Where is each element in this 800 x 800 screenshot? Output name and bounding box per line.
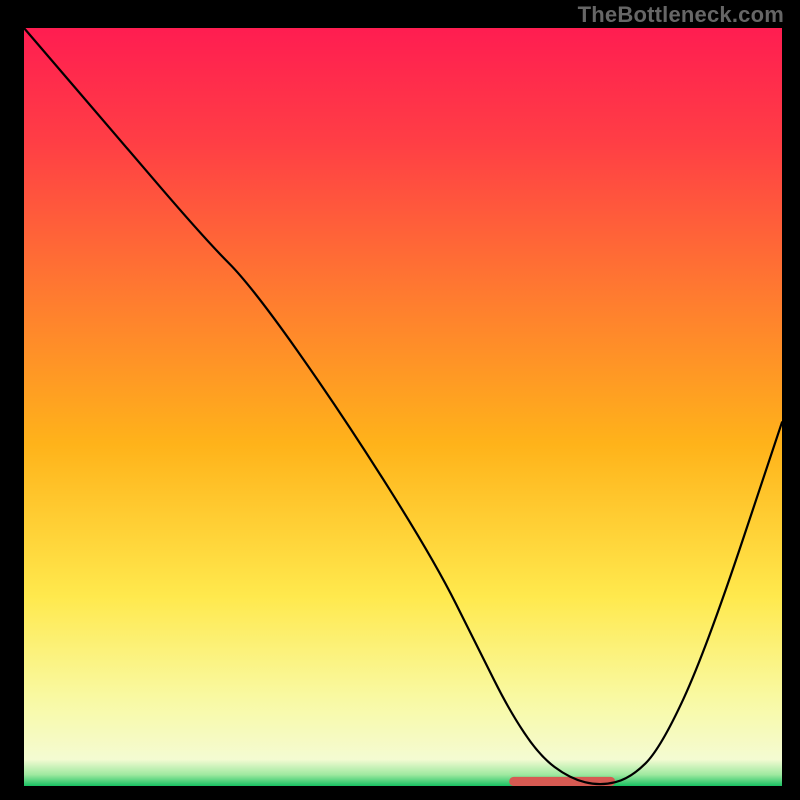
plot-background-gradient [24, 28, 782, 786]
bottleneck-chart [0, 0, 800, 800]
watermark-text: TheBottleneck.com [578, 2, 784, 28]
chart-stage: TheBottleneck.com [0, 0, 800, 800]
